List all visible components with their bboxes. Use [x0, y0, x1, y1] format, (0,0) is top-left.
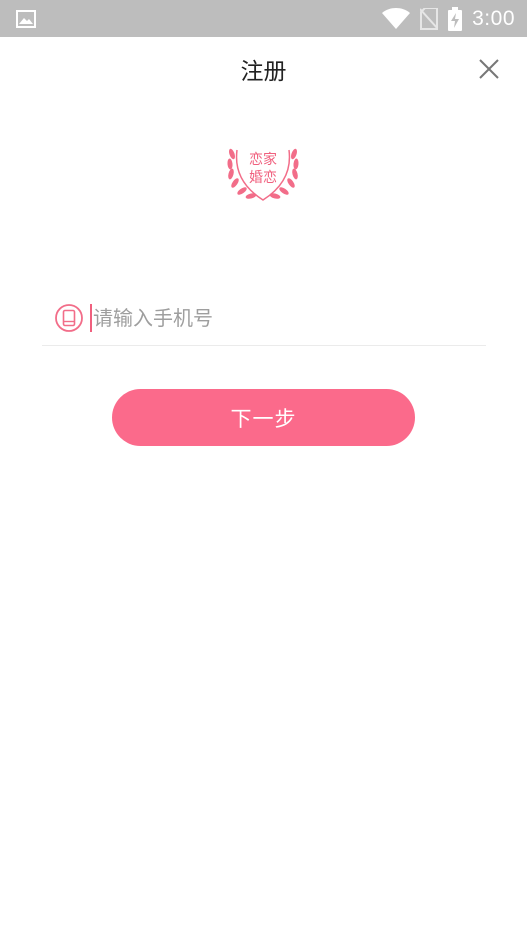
close-button[interactable] — [477, 57, 501, 81]
battery-charging-icon — [448, 6, 463, 31]
logo-text-line1: 恋家 — [249, 151, 277, 168]
text-cursor — [90, 303, 92, 332]
phone-icon — [55, 303, 83, 332]
status-left — [16, 9, 36, 28]
page-title: 注册 — [240, 59, 287, 85]
phone-input[interactable] — [93, 297, 453, 338]
laurel-logo-icon: 恋家 婚恋 — [227, 148, 299, 201]
close-icon[interactable] — [477, 57, 501, 81]
image-icon — [16, 9, 36, 28]
no-sim-icon — [420, 7, 439, 30]
next-button[interactable]: 下一步 — [112, 389, 415, 446]
header: 注册 — [0, 37, 527, 101]
logo-text-line2: 婚恋 — [249, 169, 277, 186]
status-bar: 3:00 — [0, 0, 527, 37]
app-logo: 恋家 婚恋 — [223, 136, 303, 206]
phone-input-row[interactable] — [42, 290, 486, 346]
wifi-icon — [382, 7, 411, 29]
status-time: 3:00 — [472, 6, 515, 30]
status-right: 3:00 — [382, 6, 515, 31]
